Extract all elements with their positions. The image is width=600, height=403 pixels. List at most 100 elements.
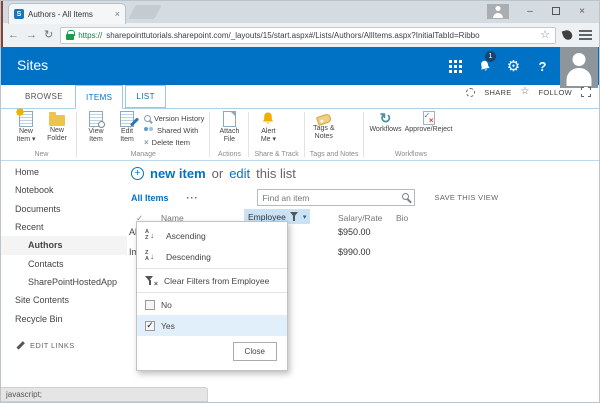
tags-notes-icon (316, 113, 332, 126)
extension-icon[interactable] (562, 29, 574, 41)
sidebar-item-contacts[interactable]: Contacts (1, 255, 127, 273)
plus-circle-icon: + (131, 167, 144, 180)
pencil-icon (15, 340, 25, 350)
sort-ascending-item[interactable]: AZ ↓ Ascending (137, 225, 287, 246)
back-icon[interactable]: ← (8, 30, 19, 41)
tab-close-icon[interactable]: × (115, 10, 120, 19)
settings-button[interactable]: ⚙ (499, 47, 528, 85)
status-bar: javascript; (1, 387, 599, 402)
group-label-actions: Actions (215, 150, 243, 160)
sidebar-item-recent[interactable]: Recent (1, 218, 127, 236)
new-item-button[interactable]: NewItem ▾ (12, 111, 40, 144)
browser-menu-icon[interactable] (579, 30, 592, 40)
bookmark-star-icon[interactable]: ☆ (540, 30, 550, 41)
help-icon: ? (539, 59, 547, 74)
alert-me-button[interactable]: AlertMe ▾ (254, 111, 282, 144)
new-folder-button[interactable]: NewFolder (43, 111, 71, 143)
ribbon-tab-list[interactable]: LIST (125, 85, 166, 108)
url-input[interactable]: https:// sharepointtutorials.sharepoint.… (60, 27, 556, 44)
close-window-button[interactable]: × (569, 3, 595, 19)
ribbon-group-manage: ViewItem EditItem Version History Shared… (77, 109, 209, 160)
row-salary-value: $950.00 (338, 227, 371, 237)
new-folder-icon (49, 115, 65, 126)
browser-tab-bar: S Authors - All Items × – × (1, 1, 599, 23)
suite-bar: Sites 1 ⚙ ? (1, 47, 599, 85)
app-launcher-button[interactable] (441, 47, 470, 85)
tags-notes-button[interactable]: Tags &Notes (310, 111, 338, 141)
user-avatar[interactable] (560, 47, 598, 88)
sidebar-item-authors[interactable]: Authors (1, 236, 127, 254)
edit-links-button[interactable]: EDIT LINKS (1, 340, 127, 350)
browser-window: S Authors - All Items × – × ← → ↻ https:… (0, 0, 600, 403)
focus-mode-icon[interactable] (581, 87, 591, 97)
sidebar-item-sharepointhostedapp[interactable]: SharePointHostedApp (1, 273, 127, 291)
maximize-button[interactable] (543, 3, 569, 19)
suite-bar-title: Sites (17, 57, 48, 73)
menu-separator (137, 292, 287, 293)
version-history-icon (144, 115, 151, 122)
filter-option-yes[interactable]: ✓ Yes (137, 315, 287, 336)
new-tab-button[interactable] (128, 5, 161, 19)
sidebar-item-documents[interactable]: Documents (1, 200, 127, 218)
filter-funnel-icon (290, 212, 299, 222)
view-toolbar: All Items ··· SAVE THIS VIEW (131, 189, 498, 206)
delete-item-button[interactable]: × Delete Item (144, 138, 204, 147)
shared-with-button[interactable]: Shared With (144, 126, 204, 135)
search-icon (402, 193, 409, 200)
row-salary-value: $990.00 (338, 247, 371, 257)
forward-icon[interactable]: → (26, 30, 37, 41)
app-launcher-grid-icon (449, 60, 462, 73)
column-header-bio[interactable]: Bio (396, 213, 408, 223)
checkbox-checked-icon[interactable]: ✓ (145, 321, 155, 331)
attach-file-icon (223, 111, 236, 127)
sharepoint-favicon-icon: S (14, 9, 24, 19)
gear-icon: ⚙ (507, 57, 520, 75)
descending-icon: ZA ↓ (145, 251, 160, 263)
notifications-button[interactable]: 1 (470, 47, 499, 85)
version-history-button[interactable]: Version History (144, 114, 204, 123)
group-label-tags-notes: Tags and Notes (310, 150, 359, 160)
browser-profile-icon[interactable] (487, 4, 509, 19)
follow-button[interactable]: FOLLOW (539, 88, 572, 97)
ribbon-group-actions: AttachFile Actions (210, 109, 248, 160)
search-input[interactable] (257, 189, 415, 206)
suite-bar-icons: 1 ⚙ ? (441, 47, 557, 85)
ribbon-group-share-track: AlertMe ▾ Share & Track (249, 109, 303, 160)
view-item-button[interactable]: ViewItem (82, 111, 110, 144)
edit-item-button[interactable]: EditItem (113, 111, 141, 144)
reload-icon[interactable]: ↻ (44, 30, 53, 41)
sidebar-item-home[interactable]: Home (1, 163, 127, 181)
group-label-new: New (12, 150, 71, 160)
browser-tab[interactable]: S Authors - All Items × (8, 3, 126, 24)
attach-file-button[interactable]: AttachFile (215, 111, 243, 144)
view-item-icon (89, 111, 103, 127)
help-button[interactable]: ? (528, 47, 557, 85)
close-button[interactable]: Close (233, 342, 277, 361)
view-more-menu[interactable]: ··· (187, 193, 199, 203)
view-selector-all-items[interactable]: All Items (131, 193, 169, 203)
sort-descending-item[interactable]: ZA ↓ Descending (137, 246, 287, 267)
sidebar-item-site-contents[interactable]: Site Contents (1, 291, 127, 309)
ribbon-tab-browse[interactable]: BROWSE (15, 85, 73, 108)
checkbox-unchecked-icon[interactable]: ✓ (145, 300, 155, 310)
approve-reject-button[interactable]: Approve/Reject (405, 111, 453, 134)
minimize-button[interactable]: – (517, 3, 543, 19)
new-item-link[interactable]: new item (150, 166, 206, 181)
delete-item-icon: × (144, 139, 149, 147)
save-this-view-link[interactable]: SAVE THIS VIEW (435, 193, 499, 202)
column-header-salary-rate[interactable]: Salary/Rate (338, 213, 382, 223)
chevron-down-icon[interactable]: ▾ (303, 213, 307, 221)
url-text: sharepointtutorials.sharepoint.com/_layo… (106, 31, 536, 40)
filter-option-no[interactable]: ✓ No (137, 294, 287, 315)
sidebar-item-recycle-bin[interactable]: Recycle Bin (1, 310, 127, 328)
workflows-icon: ↻ (380, 111, 392, 125)
ribbon-tab-items[interactable]: ITEMS (75, 85, 123, 109)
share-button[interactable]: SHARE (484, 88, 511, 97)
sidebar-item-notebook[interactable]: Notebook (1, 181, 127, 199)
edit-list-link[interactable]: edit (229, 166, 250, 181)
workflows-button[interactable]: ↻ Workflows (369, 111, 401, 134)
status-link-tooltip: javascript; (1, 387, 208, 402)
alert-me-bell-icon (260, 111, 276, 127)
shared-with-icon (144, 127, 154, 135)
clear-filters-item[interactable]: Clear Filters from Employee (137, 270, 287, 291)
